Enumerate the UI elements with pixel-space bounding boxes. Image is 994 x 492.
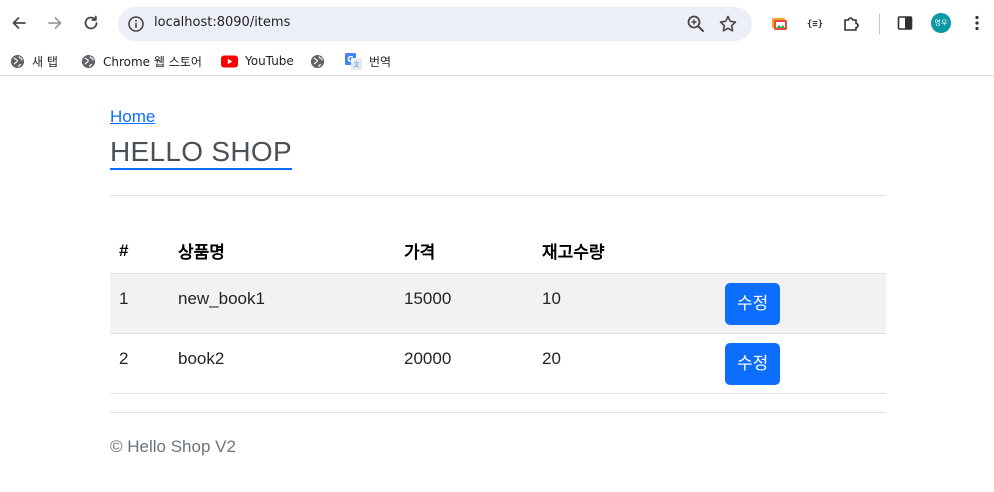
footer-divider [110, 412, 886, 413]
browser-toolbar: localhost:8090/items {≡} 영우 [0, 0, 994, 46]
svg-text:{≡}: {≡} [807, 20, 823, 30]
page-title[interactable]: HELLO SHOP [110, 136, 292, 170]
globe-icon [81, 54, 96, 68]
header-divider [110, 195, 886, 196]
reload-button[interactable] [77, 9, 105, 37]
cell-price: 15000 [395, 273, 533, 334]
footer-text: © Hello Shop V2 [110, 437, 236, 456]
bookmark-star-icon[interactable] [718, 14, 738, 34]
header-stock-quantity: 재고수량 [533, 229, 716, 274]
cell-name: new_book1 [169, 273, 395, 334]
zoom-icon[interactable] [686, 14, 706, 34]
side-panel-button[interactable] [891, 9, 919, 37]
table-header-row: # 상품명 가격 재고수량 [110, 229, 886, 274]
cell-price: 20000 [395, 333, 533, 394]
home-link[interactable]: Home [110, 107, 155, 127]
back-button[interactable] [5, 9, 33, 37]
edit-button[interactable]: 수정 [725, 282, 781, 325]
kebab-menu-icon [975, 15, 979, 31]
puzzle-icon [844, 17, 859, 31]
bookmark-label: YouTube [245, 54, 294, 68]
browser-menu-button[interactable] [963, 9, 991, 37]
table-row: 1 new_book1 15000 10 수정 [110, 273, 886, 334]
bookmark-new-tab[interactable]: 새 탭 [10, 52, 58, 70]
toolbar-separator [879, 14, 880, 34]
bookmark-translate[interactable]: G文 번역 [345, 52, 391, 70]
cell-id: 1 [110, 273, 169, 334]
items-table: # 상품명 가격 재고수량 1 new_book1 15000 10 수정 2 … [110, 229, 886, 394]
globe-icon [310, 54, 325, 68]
globe-icon [10, 54, 25, 68]
cell-id: 2 [110, 333, 169, 394]
url-text[interactable]: localhost:8090/items [154, 15, 290, 30]
forward-button[interactable] [41, 9, 69, 37]
bookmark-label: 번역 [369, 54, 392, 69]
bookmark-label: 새 탭 [32, 54, 58, 69]
svg-text:文: 文 [353, 61, 359, 69]
extension-image-button[interactable] [765, 9, 793, 37]
json-braces-icon: {≡} [807, 20, 823, 30]
page-content: Home HELLO SHOP # 상품명 가격 재고수량 1 new_book… [0, 82, 994, 492]
site-info-icon[interactable] [127, 15, 145, 33]
header-number: # [110, 229, 169, 274]
address-bar[interactable]: localhost:8090/items [118, 7, 752, 41]
header-product-name: 상품명 [169, 229, 395, 274]
edit-button[interactable]: 수정 [725, 342, 781, 385]
cell-name: book2 [169, 333, 395, 394]
arrow-right-icon [48, 17, 62, 29]
extensions-button[interactable] [837, 9, 865, 37]
cell-action: 수정 [716, 333, 886, 394]
bookmark-label: Chrome 웹 스토어 [103, 54, 202, 69]
bookmark-chrome-web-store[interactable]: Chrome 웹 스토어 [81, 52, 202, 70]
table-row: 2 book2 20000 20 수정 [110, 333, 886, 394]
header-price: 가격 [395, 229, 533, 274]
google-translate-icon: G文 [345, 52, 362, 70]
reload-icon [84, 15, 98, 30]
bookmark-youtube[interactable]: YouTube [221, 52, 294, 70]
extension-json-button[interactable]: {≡} [801, 9, 829, 37]
cell-quantity: 20 [533, 333, 716, 394]
bookmarks-bar: 새 탭 Chrome 웹 스토어 YouTube G文 번역 [0, 46, 994, 76]
header-action [716, 229, 886, 274]
cell-quantity: 10 [533, 273, 716, 334]
bookmark-globe[interactable] [310, 52, 332, 70]
side-panel-icon [897, 16, 913, 30]
picture-extension-icon [772, 18, 787, 30]
profile-avatar[interactable]: 영우 [931, 13, 951, 33]
cell-action: 수정 [716, 273, 886, 334]
arrow-left-icon [12, 17, 26, 29]
youtube-icon [221, 55, 238, 67]
